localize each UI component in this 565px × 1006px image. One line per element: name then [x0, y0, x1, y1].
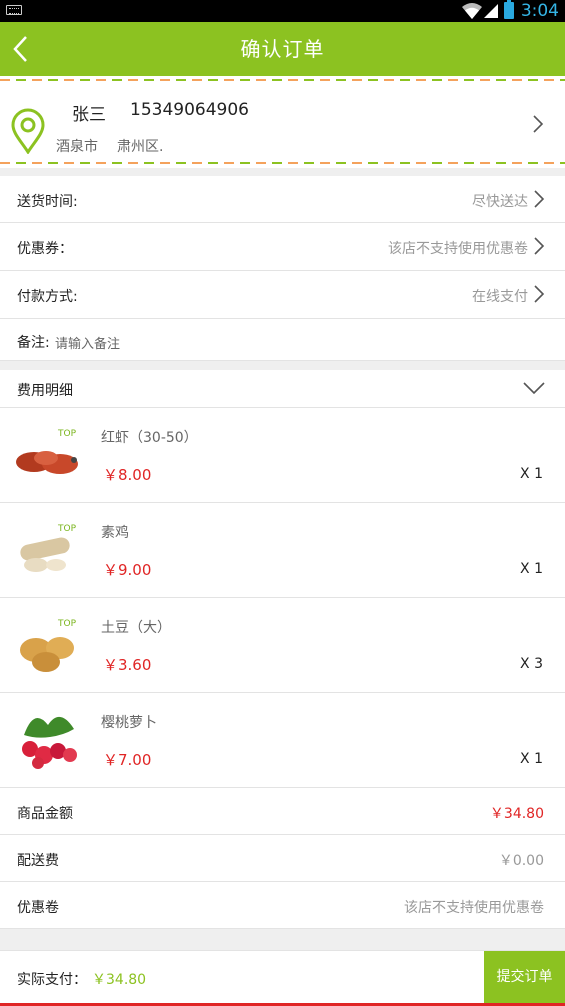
- note-label: 备注:: [17, 335, 50, 351]
- delivery-time-value: 尽快送达: [472, 194, 528, 210]
- payment-method-label: 付款方式:: [17, 289, 78, 305]
- chevron-right-icon: [533, 115, 544, 133]
- potato-image: TOP: [20, 619, 77, 672]
- fee-details-label: 费用明细: [17, 383, 73, 399]
- chevron-right-icon: [534, 190, 545, 208]
- coupon-label: 优惠券：: [17, 241, 73, 257]
- address-city: 酒泉市: [56, 139, 98, 155]
- submit-order-button[interactable]: 提交订单: [484, 951, 565, 1004]
- item-price: ￥3.60: [103, 656, 152, 674]
- recipient-phone: 15349064906: [130, 100, 249, 120]
- wifi-icon: [462, 3, 482, 19]
- nav-bar: 确认订单: [0, 22, 565, 76]
- discount-row: 优惠卷 该店不支持使用优惠卷: [0, 882, 565, 929]
- delivery-fee-label: 配送费: [17, 853, 59, 869]
- recipient-name: 张三: [72, 105, 106, 125]
- discount-label: 优惠卷: [17, 900, 59, 916]
- item-name: 红虾（30-50）: [101, 430, 198, 446]
- goods-amount-label: 商品金额: [17, 806, 73, 822]
- location-pin-icon: [11, 108, 45, 154]
- chevron-down-icon: [523, 382, 545, 395]
- payment-method-value: 在线支付: [472, 289, 528, 305]
- item-name: 樱桃萝卜: [101, 715, 157, 731]
- item-price: ￥8.00: [103, 466, 152, 484]
- coupon-row[interactable]: 优惠券： 该店不支持使用优惠卷: [0, 223, 565, 271]
- goods-amount-value: ￥34.80: [489, 806, 544, 822]
- order-item: TOP 素鸡 ￥9.00 X 1: [0, 503, 565, 598]
- delivery-fee-value: ￥0.00: [498, 853, 544, 869]
- address-top-border: [0, 79, 565, 81]
- order-item: TOP 红虾（30-50） ￥8.00 X 1: [0, 408, 565, 503]
- order-item: TOP 土豆（大） ￥3.60 X 3: [0, 598, 565, 693]
- delivery-time-label: 送货时间:: [17, 194, 78, 210]
- svg-text:TOP: TOP: [57, 429, 77, 439]
- delivery-fee-row: 配送费 ￥0.00: [0, 835, 565, 882]
- status-bar: 3:04: [0, 0, 565, 22]
- discount-value: 该店不支持使用优惠卷: [404, 900, 544, 916]
- item-price: ￥7.00: [103, 751, 152, 769]
- shrimp-image: TOP: [16, 429, 78, 474]
- note-row: 备注: 请输入备注: [0, 319, 565, 361]
- radish-image: [22, 716, 77, 769]
- checkout-bar: 实际支付： ￥34.80 提交订单: [0, 950, 565, 1004]
- item-name: 素鸡: [101, 525, 129, 541]
- item-quantity: X 1: [520, 466, 543, 482]
- svg-text:TOP: TOP: [57, 524, 77, 534]
- item-name: 土豆（大）: [101, 620, 171, 636]
- address-card[interactable]: 张三 15349064906 酒泉市 肃州区.: [0, 76, 565, 168]
- item-quantity: X 1: [520, 751, 543, 767]
- fee-details-header[interactable]: 费用明细: [0, 370, 565, 408]
- goods-amount-row: 商品金额 ￥34.80: [0, 788, 565, 835]
- address-bottom-border: [0, 162, 565, 164]
- note-input[interactable]: 请输入备注: [55, 333, 120, 352]
- item-price: ￥9.00: [103, 561, 152, 579]
- signal-icon: [484, 4, 498, 18]
- tofu-roll-image: TOP: [20, 524, 77, 572]
- chevron-right-icon: [534, 237, 545, 255]
- address-district: 肃州区.: [117, 139, 164, 155]
- keyboard-icon: [6, 5, 22, 15]
- page-title: 确认订单: [240, 37, 325, 61]
- chevron-right-icon: [534, 285, 545, 303]
- battery-icon: [504, 0, 514, 19]
- delivery-time-row[interactable]: 送货时间: 尽快送达: [0, 176, 565, 223]
- coupon-value: 该店不支持使用优惠卷: [388, 241, 528, 257]
- actual-payment-amount: ￥34.80: [92, 972, 147, 988]
- order-item: 樱桃萝卜 ￥7.00 X 1: [0, 693, 565, 788]
- actual-payment-label: 实际支付：: [17, 972, 87, 988]
- status-time: 3:04: [520, 1, 559, 21]
- item-quantity: X 3: [520, 656, 543, 672]
- payment-method-row[interactable]: 付款方式: 在线支付: [0, 271, 565, 319]
- item-quantity: X 1: [520, 561, 543, 577]
- svg-text:TOP: TOP: [57, 619, 77, 629]
